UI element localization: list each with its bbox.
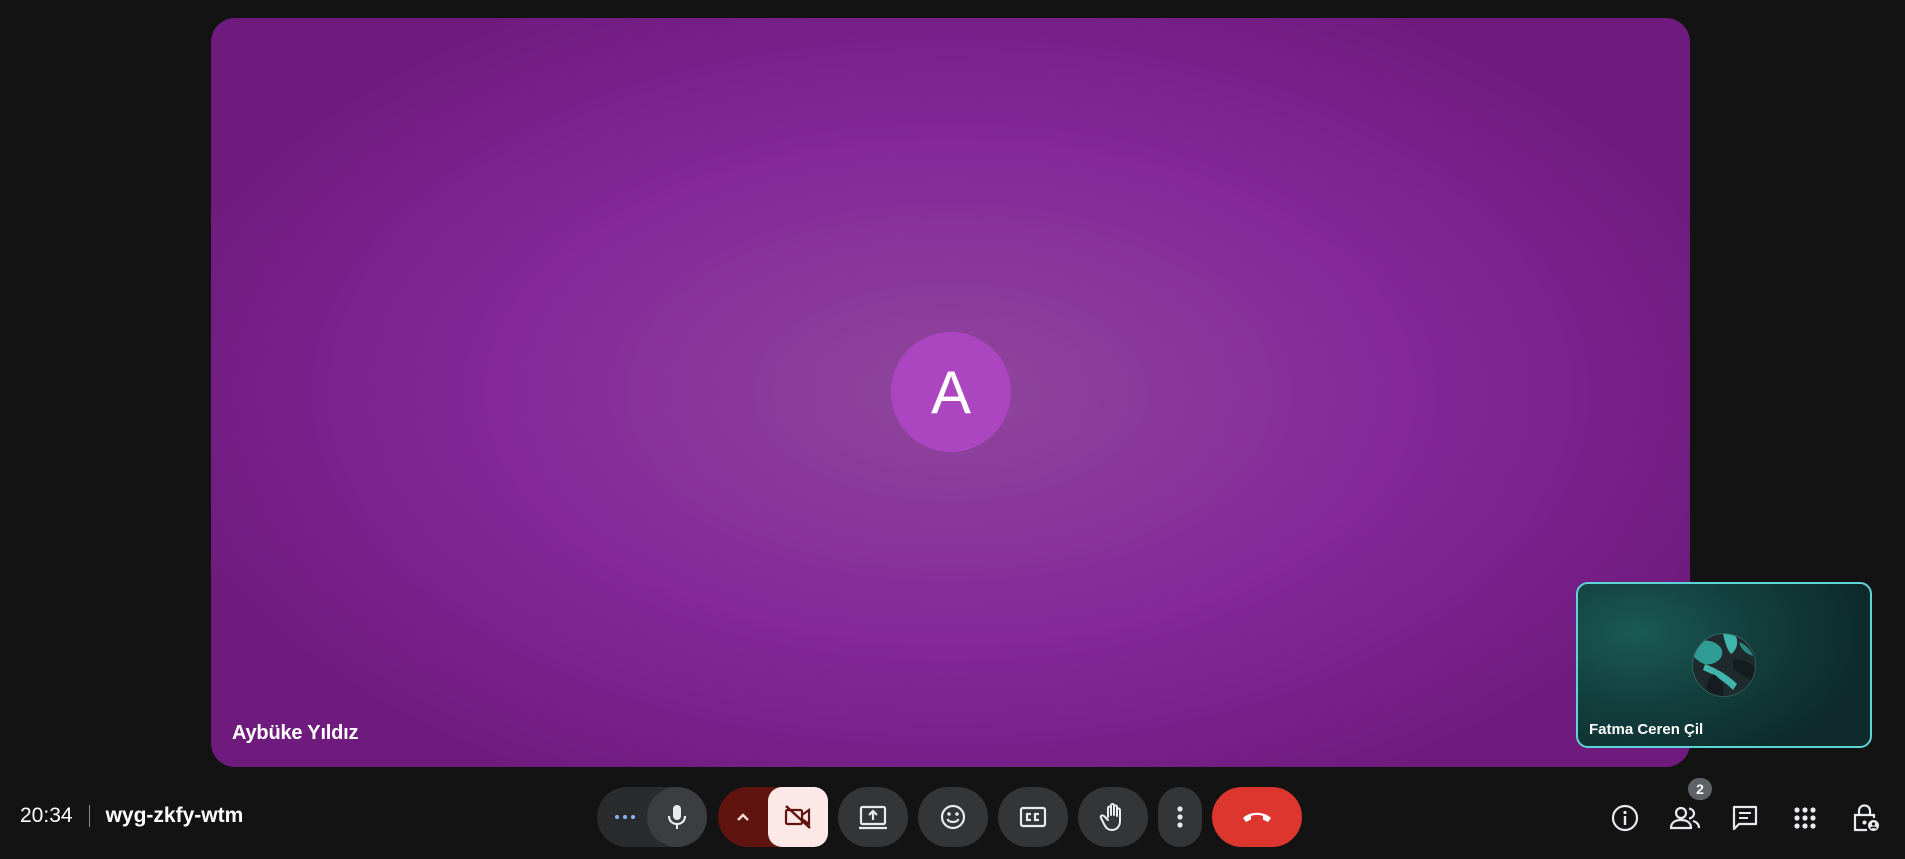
avatar-initial: A [930,358,972,426]
globe-avatar-image [1693,634,1755,696]
people-count-badge: 2 [1688,778,1712,800]
microphone-icon [667,805,687,829]
hand-icon [1099,803,1121,831]
lock-person-icon [1853,804,1879,832]
meeting-code: wyg-zkfy-wtm [105,804,244,827]
more-vert-icon [1177,806,1183,828]
meeting-details-button[interactable] [1605,800,1645,836]
participant-avatar: A [891,332,1011,452]
chevron-up-icon [737,813,749,821]
raise-hand-button[interactable] [1078,787,1148,847]
self-video-tile[interactable]: Fatma Ceren Çil [1576,582,1872,748]
activities-button[interactable] [1785,800,1825,836]
present-screen-button[interactable] [838,787,908,847]
divider [88,805,90,827]
apps-grid-icon [1794,807,1816,829]
leave-call-button[interactable] [1212,787,1302,847]
info-icon [1611,804,1639,832]
audio-options-button[interactable] [597,787,653,847]
meeting-time: 20:34 [20,804,73,827]
captions-icon [1019,806,1047,828]
camera-off-button[interactable] [768,787,828,847]
microphone-button[interactable] [647,787,707,847]
emoji-icon [940,804,966,830]
present-screen-icon [859,805,887,830]
captions-button[interactable] [998,787,1068,847]
camera-options-button[interactable] [718,787,768,847]
self-participant-name: Fatma Ceren Çil [1589,721,1704,738]
people-button[interactable] [1665,800,1705,836]
chat-button[interactable] [1725,800,1765,836]
self-avatar [1693,634,1755,696]
participant-name: Aybüke Yıldız [232,722,359,744]
more-options-button[interactable] [1158,787,1202,847]
microphone-group [597,787,707,847]
end-call-icon [1243,812,1271,822]
chat-icon [1732,805,1758,831]
reactions-button[interactable] [918,787,988,847]
host-controls-button[interactable] [1845,800,1885,836]
main-video-tile[interactable]: A Aybüke Yıldız [211,18,1690,767]
people-icon [1669,806,1701,830]
dots-horizontal-icon [615,815,635,819]
meeting-info: 20:34 wyg-zkfy-wtm [20,804,243,828]
camera-group [718,787,828,847]
camera-off-icon [784,805,811,829]
